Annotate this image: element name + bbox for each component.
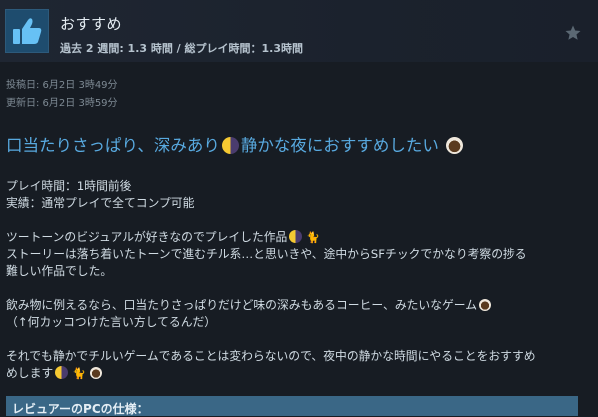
paragraph-line: それでも静かでチルいゲームであることは変わらないので、夜中の静かな時間にやること… <box>6 349 536 363</box>
star-icon[interactable] <box>564 24 582 42</box>
moon-icon <box>289 230 303 243</box>
paragraph-line: プレイ時間：1時間前後 <box>6 179 132 193</box>
review-headline: 口当たりさっぱり、深みあり 静かな夜におすすめしたい <box>6 132 586 160</box>
moon-icon <box>55 366 69 379</box>
updated-date: 更新日: 6月2日 3時59分 <box>6 98 118 109</box>
thumbs-up-badge <box>5 9 49 53</box>
thumbs-up-icon <box>13 18 42 44</box>
review-dates: 投稿日: 6月2日 3時49分 更新日: 6月2日 3時59分 <box>6 77 118 113</box>
paragraph-line: 難しい作品でした。 <box>6 264 113 278</box>
posted-date: 投稿日: 6月2日 3時49分 <box>6 80 118 91</box>
paragraph-line: 実績：通常プレイで全てコンプ可能 <box>6 196 195 210</box>
review-paragraph: プレイ時間：1時間前後 実績：通常プレイで全てコンプ可能 <box>6 178 586 212</box>
paragraph-line: （↑何カッコつけた言い方してるんだ） <box>6 315 217 329</box>
headline-part-1: 口当たりさっぱり、深みあり <box>6 136 220 155</box>
coffee-icon <box>89 367 102 379</box>
paragraph-line: 飲み物に例えるなら、口当たりさっぱりだけど味の深みもあるコーヒー、みたいなゲーム <box>6 298 478 312</box>
review-header: おすすめ 過去 2 週間: 1.3 時間 / 総プレイ時間：1.3時間 <box>0 0 598 62</box>
review-paragraph: ツートーンのビジュアルが好きなのでプレイした作品 🐈 ストーリーは落ち着いたトーン… <box>6 229 586 280</box>
playtime-hours: 過去 2 週間: 1.3 時間 / 総プレイ時間：1.3時間 <box>60 42 304 55</box>
recommendation-title: おすすめ <box>60 15 123 33</box>
coffee-icon <box>446 137 464 154</box>
cat-icon: 🐈 <box>306 231 321 244</box>
paragraph-line: ストーリーは落ち着いたトーンで進むチル系…と思いきや、途中からSFチックでかなり… <box>6 247 527 261</box>
review-paragraph: 飲み物に例えるなら、口当たりさっぱりだけど味の深みもあるコーヒー、みたいなゲーム… <box>6 297 586 331</box>
pc-spec-header: レビュアーのPCの仕様： <box>6 396 578 416</box>
headline-part-2: 静かな夜におすすめしたい <box>240 136 439 155</box>
review-paragraph: それでも静かでチルいゲームであることは変わらないので、夜中の静かな時間にやること… <box>6 348 586 382</box>
review-body: 口当たりさっぱり、深みあり 静かな夜におすすめしたい プレイ時間：1時間前後 実績… <box>6 132 586 399</box>
coffee-icon <box>479 299 492 311</box>
paragraph-line: めします <box>6 366 54 380</box>
moon-icon <box>221 137 239 154</box>
paragraph-line: ツートーンのビジュアルが好きなのでプレイした作品 <box>6 230 288 244</box>
cat-icon: 🐈 <box>72 367 86 380</box>
